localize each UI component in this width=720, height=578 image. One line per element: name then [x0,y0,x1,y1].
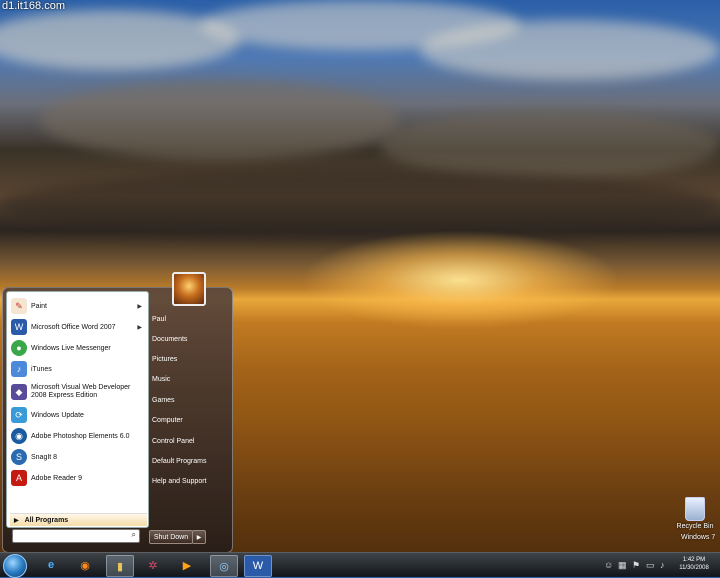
recycle-bin-label: Recycle Bin [676,523,714,530]
taskbar-clock[interactable]: 1:42 PM 11/30/2008 [672,556,716,572]
sun-glow [300,230,620,330]
right-item-default-programs[interactable]: Default Programs [150,452,226,470]
program-item-snagit[interactable]: S SnagIt 8 [9,447,146,467]
program-label: Microsoft Office Word 2007 [31,323,116,331]
program-label: Adobe Photoshop Elements 6.0 [31,432,130,440]
network-icon[interactable]: ▦ [618,560,627,571]
submenu-arrow-icon: ▶ [137,303,142,310]
program-item-windows-update[interactable]: ⟳ Windows Update [9,405,146,425]
display-icon[interactable]: ▭ [646,560,655,571]
program-item-itunes[interactable]: ♪ iTunes [9,359,146,379]
right-item-music[interactable]: Music [150,370,226,388]
all-programs-button[interactable]: ▶ All Programs [10,513,147,526]
messenger-icon: ● [11,340,27,356]
program-label: Windows Live Messenger [31,344,111,352]
right-item-documents[interactable]: Documents [150,330,226,348]
cloud [380,110,720,180]
all-programs-label: All Programs [24,516,69,524]
internet-explorer-icon[interactable]: e [38,555,64,575]
start-button[interactable] [3,554,27,578]
right-item-help-support[interactable]: Help and Support [150,472,226,490]
clock-date: 11/30/2008 [679,565,709,571]
people-icon[interactable]: ☺ [604,560,613,570]
photoshop-elements-icon: ◉ [11,428,27,444]
visual-web-developer-icon: ◆ [11,384,27,400]
program-label: SnagIt 8 [31,453,58,461]
recycle-bin-icon [685,497,705,521]
right-item-computer[interactable]: Computer [150,411,226,429]
program-label: Adobe Reader 9 [31,474,82,482]
shutdown-options-button[interactable]: ▶ [192,530,206,544]
program-item-visual-web-developer[interactable]: ◆ Microsoft Visual Web Developer 2008 Ex… [9,380,146,404]
windows-update-icon: ⟳ [11,407,27,423]
clock-time: 1:42 PM [682,557,706,563]
word-icon: W [11,319,27,335]
windows-live-icon[interactable]: ◎ [210,555,238,577]
submenu-arrow-icon: ▶ [137,324,142,331]
program-label: Windows Update [31,411,84,419]
program-item-messenger[interactable]: ● Windows Live Messenger [9,338,146,358]
right-item-control-panel[interactable]: Control Panel [150,432,226,450]
right-item-pictures[interactable]: Pictures [150,350,226,368]
firefox-icon[interactable]: ◉ [72,555,98,575]
program-item-word[interactable]: W Microsoft Office Word 2007 ▶ [9,317,146,337]
user-avatar[interactable] [172,272,206,306]
media-player-icon[interactable]: ▶ [174,555,200,575]
right-item-games[interactable]: Games [150,391,226,409]
cloud [40,80,400,160]
program-list: ✎ Paint ▶ W Microsoft Office Word 2007 ▶… [6,291,149,528]
right-item-user[interactable]: Paul [150,310,226,328]
program-item-adobe-reader[interactable]: A Adobe Reader 9 [9,468,146,488]
flag-icon[interactable]: ⚑ [632,560,640,571]
search-icon: ⌕ [131,530,136,539]
right-arrow-icon: ▶ [196,534,202,541]
watermark: d1.it168.com [2,0,65,12]
word-icon[interactable]: W [244,555,272,577]
itunes-icon: ♪ [11,361,27,377]
program-label: iTunes [31,365,52,373]
program-item-photoshop-elements[interactable]: ◉ Adobe Photoshop Elements 6.0 [9,426,146,446]
program-label: Microsoft Visual Web Developer 2008 Expr… [31,384,131,399]
volume-icon[interactable]: ♪ [660,560,665,570]
adobe-reader-icon: A [11,470,27,486]
taskbar: e ◉ ▮ ✲ ▶ ◎ W ☺ ▦ ⚑ ▭ ♪ [0,552,720,578]
paint-icon: ✎ [11,298,27,314]
shutdown-button[interactable]: Shut Down [149,530,193,544]
start-search-input[interactable]: ⌕ [12,529,140,543]
cloud [420,20,720,80]
program-item-paint[interactable]: ✎ Paint ▶ [9,296,146,316]
os-label: Windows 7 [681,534,716,541]
file-explorer-icon[interactable]: ▮ [106,555,134,577]
right-triangle-icon: ▶ [14,517,19,524]
app-icon[interactable]: ✲ [140,555,166,575]
program-label: Paint [31,302,47,310]
snagit-icon: S [11,449,27,465]
